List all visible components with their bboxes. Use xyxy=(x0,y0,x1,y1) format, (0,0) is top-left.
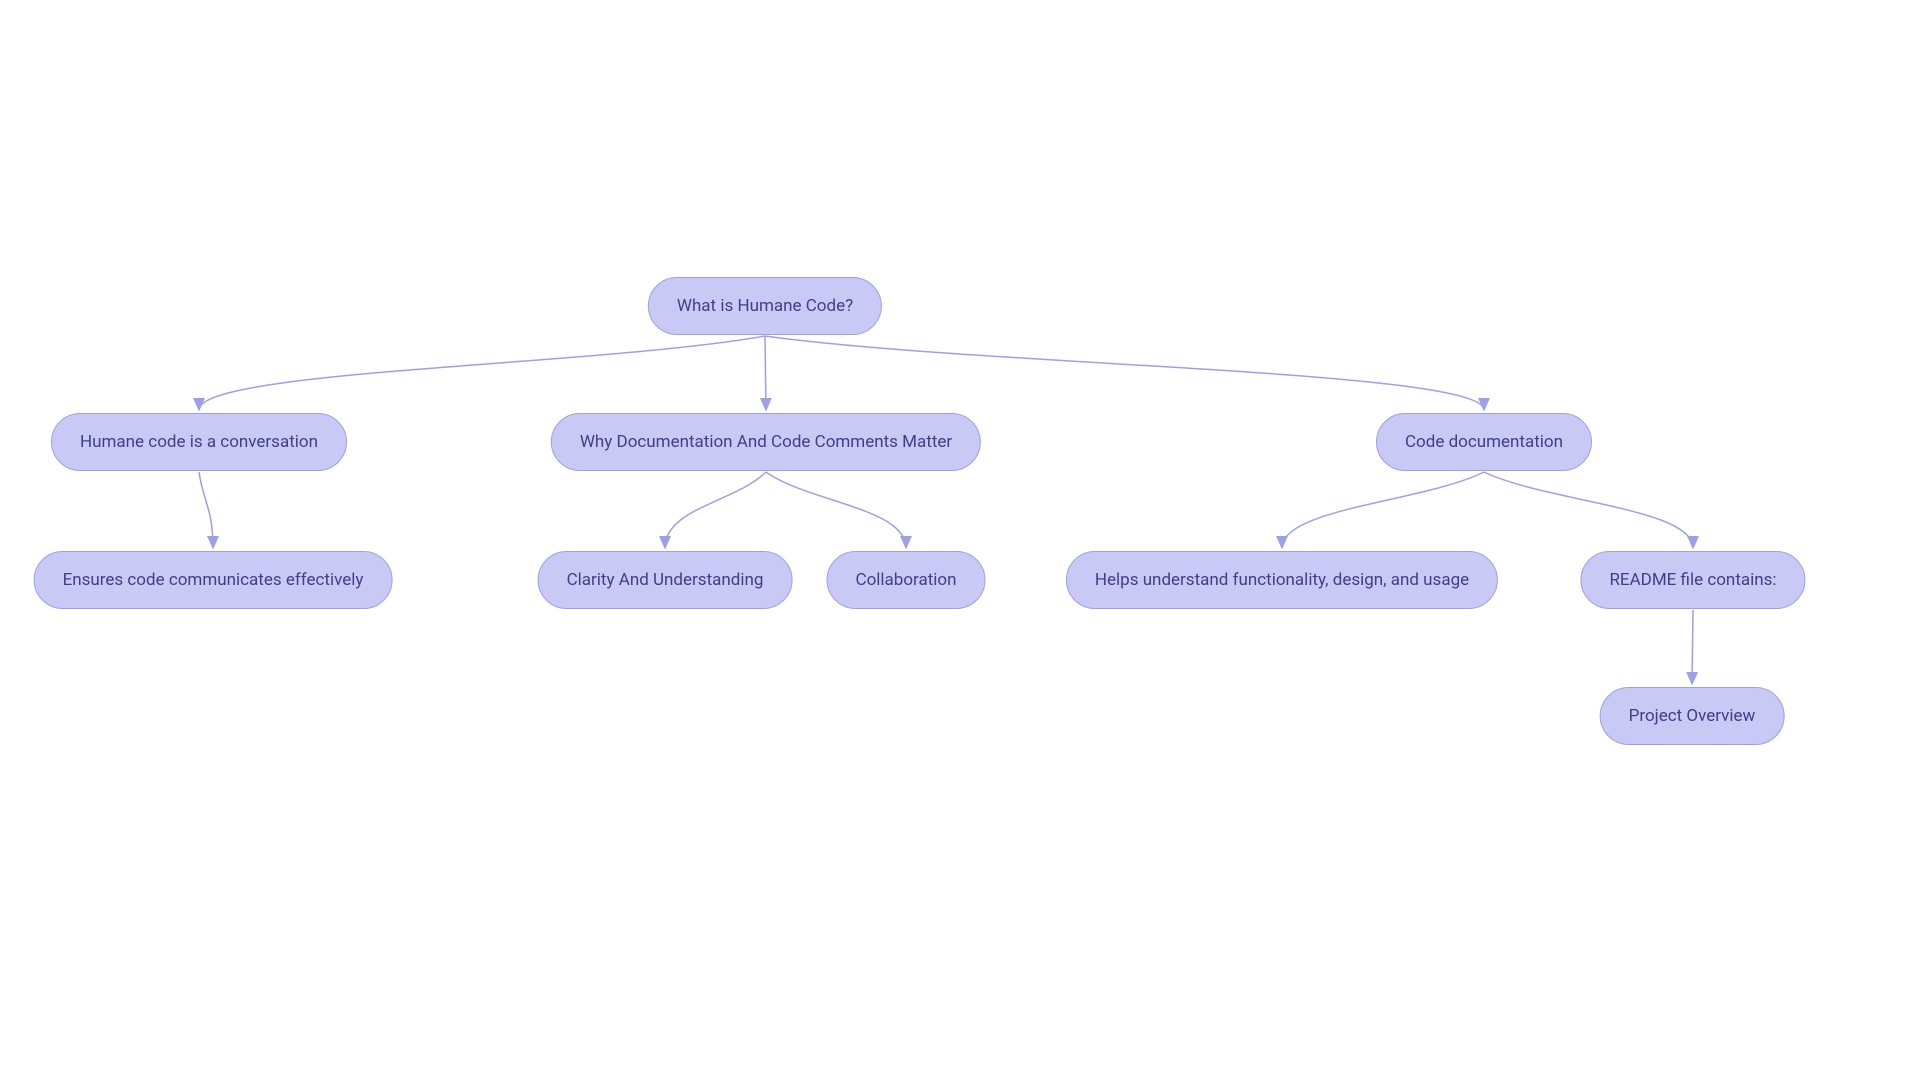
node-label: Code documentation xyxy=(1405,432,1563,452)
edge-n_conversation-to-n_effectively xyxy=(199,472,213,548)
node-n_why: Why Documentation And Code Comments Matt… xyxy=(551,413,981,471)
edge-layer xyxy=(0,0,1920,1080)
node-n_conversation: Humane code is a conversation xyxy=(51,413,347,471)
node-n_overview: Project Overview xyxy=(1600,687,1785,745)
edge-root-to-n_why xyxy=(765,336,766,410)
node-label: Ensures code communicates effectively xyxy=(63,570,364,590)
node-label: Why Documentation And Code Comments Matt… xyxy=(580,432,952,452)
node-label: What is Humane Code? xyxy=(677,296,853,316)
node-label: Humane code is a conversation xyxy=(80,432,318,452)
edge-root-to-n_conversation xyxy=(199,336,765,410)
edge-n_codedoc-to-n_readme xyxy=(1484,472,1693,548)
edge-n_why-to-n_collab xyxy=(766,472,906,548)
edge-n_readme-to-n_overview xyxy=(1692,610,1693,684)
node-label: Clarity And Understanding xyxy=(567,570,764,590)
node-n_codedoc: Code documentation xyxy=(1376,413,1592,471)
edge-n_codedoc-to-n_helps xyxy=(1282,472,1484,548)
node-label: Project Overview xyxy=(1629,706,1756,726)
node-n_effectively: Ensures code communicates effectively xyxy=(34,551,393,609)
node-n_collab: Collaboration xyxy=(827,551,986,609)
node-label: Helps understand functionality, design, … xyxy=(1095,570,1469,590)
node-n_clarity: Clarity And Understanding xyxy=(538,551,793,609)
node-label: README file contains: xyxy=(1609,570,1776,590)
edge-n_why-to-n_clarity xyxy=(665,472,766,548)
node-root: What is Humane Code? xyxy=(648,277,882,335)
node-n_helps: Helps understand functionality, design, … xyxy=(1066,551,1498,609)
node-n_readme: README file contains: xyxy=(1580,551,1805,609)
node-label: Collaboration xyxy=(856,570,957,590)
edge-root-to-n_codedoc xyxy=(765,336,1484,410)
